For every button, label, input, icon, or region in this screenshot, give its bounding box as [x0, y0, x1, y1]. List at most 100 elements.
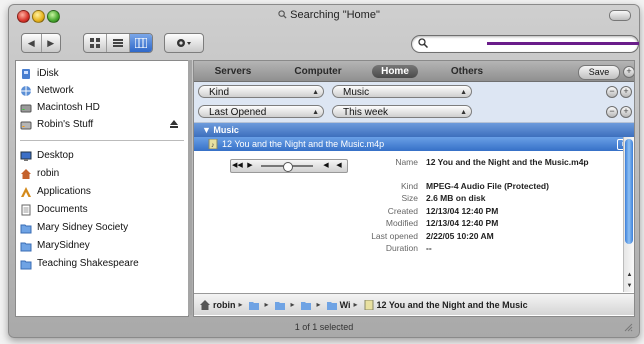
sidebar-divider: [20, 140, 184, 141]
network-icon: [21, 85, 31, 96]
detail-row: Duration --: [314, 243, 594, 254]
zoom-button[interactable]: [47, 10, 60, 23]
column-view-icon: [135, 38, 147, 48]
playback-scrubber[interactable]: [283, 162, 293, 172]
icon-view-button[interactable]: [84, 34, 107, 52]
detail-key: Name: [395, 157, 418, 167]
back-button[interactable]: ◀: [22, 34, 42, 52]
detail-value: 2.6 MB on disk: [426, 193, 486, 203]
hard-disk-icon: [20, 104, 32, 112]
sidebar: iDisk Network Macintosh HD Robin's Stuff…: [15, 60, 189, 317]
path-segment[interactable]: Wi ▸: [326, 300, 361, 310]
sidebar-item-desktop[interactable]: Desktop: [20, 147, 184, 164]
sidebar-item-teaching-shakespeare[interactable]: Teaching Shakespeare: [20, 255, 184, 272]
sidebar-splitter[interactable]: [188, 60, 192, 315]
detail-value: 12/13/04 12:40 PM: [426, 205, 499, 216]
path-segment[interactable]: ▸: [274, 300, 298, 310]
add-scope-button[interactable]: +: [623, 66, 634, 78]
sidebar-item-label: Mary Sidney Society: [37, 222, 129, 233]
title-bar: Searching "Home": [9, 5, 639, 25]
scope-computer[interactable]: Computer: [286, 65, 350, 78]
scope-others[interactable]: Others: [440, 65, 494, 78]
finder-window: Searching "Home" ◀ ▶ iDisk Network Macin…: [8, 4, 640, 338]
plus-icon: +: [623, 106, 629, 116]
scope-home[interactable]: Home: [372, 65, 418, 78]
criteria-value-popup[interactable]: Music ▲: [332, 85, 472, 98]
sidebar-item-label: Robin's Stuff: [37, 119, 94, 130]
resize-grip-icon[interactable]: [623, 322, 633, 332]
save-search-button[interactable]: Save: [578, 65, 620, 80]
add-criterion-button[interactable]: +: [620, 86, 632, 98]
criteria-value-popup[interactable]: This week ▲: [332, 105, 472, 118]
scrollbar-thumb[interactable]: [625, 139, 633, 244]
sidebar-item-documents[interactable]: Documents: [20, 201, 184, 218]
column-view-button[interactable]: [130, 34, 152, 52]
vertical-scrollbar[interactable]: ▲ ▼: [623, 137, 634, 292]
path-separator-icon: ▸: [353, 300, 358, 309]
path-label: robin: [213, 299, 236, 310]
folder-icon: [20, 260, 32, 269]
add-criterion-button[interactable]: +: [620, 106, 632, 118]
folder-icon: [326, 301, 337, 310]
sidebar-item-idisk[interactable]: iDisk: [20, 65, 184, 82]
arrow-right-icon: ▶: [47, 37, 55, 48]
disk-icon: [20, 121, 32, 129]
remove-criterion-button[interactable]: −: [606, 106, 618, 118]
search-icon: [418, 38, 428, 48]
sidebar-item-label: Documents: [37, 204, 88, 215]
eject-icon[interactable]: [170, 120, 178, 128]
folder-icon: [20, 242, 32, 251]
search-text-cursor: [487, 42, 639, 45]
plus-icon: +: [626, 66, 632, 76]
sidebar-item-robin[interactable]: robin: [20, 165, 184, 182]
sidebar-item-mary-sidney-society[interactable]: Mary Sidney Society: [20, 219, 184, 236]
applications-icon: [21, 186, 31, 197]
list-view-button[interactable]: [107, 34, 130, 52]
search-results-pane: Servers Computer Home Others Save + Kind…: [193, 60, 635, 317]
desktop-icon: [20, 151, 32, 161]
path-segment[interactable]: robin ▸: [200, 299, 246, 310]
detail-row: Modified 12/13/04 12:40 PM: [314, 218, 594, 229]
window-title-text: Searching "Home": [290, 9, 380, 21]
criteria-row: Kind ▲ Music ▲ − +: [194, 82, 634, 103]
minimize-button[interactable]: [32, 10, 45, 23]
result-group-header[interactable]: ▼ Music: [194, 123, 634, 137]
folder-icon: [20, 224, 32, 233]
sidebar-item-label: Network: [37, 85, 74, 96]
criteria-attribute-popup[interactable]: Last Opened ▲: [198, 105, 324, 118]
folder-icon: [248, 301, 259, 310]
detail-row: Created 12/13/04 12:40 PM: [314, 206, 594, 217]
sidebar-item-network[interactable]: Network: [20, 82, 184, 99]
criteria-row: Last Opened ▲ This week ▲ − +: [194, 102, 634, 123]
sidebar-item-applications[interactable]: Applications: [20, 183, 184, 200]
list-view-icon: [113, 39, 123, 47]
folder-icon: [300, 301, 311, 310]
path-segment[interactable]: 12 You and the Night and the Music: [364, 299, 528, 310]
detail-value: --: [426, 243, 432, 253]
path-segment[interactable]: ▸: [248, 300, 272, 310]
sidebar-item-marysidney[interactable]: MarySidney: [20, 237, 184, 254]
result-row[interactable]: ♪ 12 You and the Night and the Music.m4p…: [194, 137, 634, 151]
detail-key: Duration: [385, 243, 418, 253]
detail-key: Size: [401, 193, 418, 203]
sidebar-item-label: iDisk: [37, 68, 59, 79]
sidebar-item-robins-stuff[interactable]: Robin's Stuff: [20, 116, 184, 133]
scroll-down-arrow-icon[interactable]: ▼: [624, 281, 634, 292]
remove-criterion-button[interactable]: −: [606, 86, 618, 98]
gear-icon: [177, 39, 191, 47]
forward-button[interactable]: ▶: [42, 34, 61, 52]
plus-icon: +: [623, 86, 629, 96]
play-button[interactable]: ▶: [245, 160, 255, 172]
action-menu-button[interactable]: [164, 33, 204, 53]
path-segment[interactable]: ▸: [300, 300, 324, 310]
popup-label: Music: [343, 87, 370, 98]
criteria-attribute-popup[interactable]: Kind ▲: [198, 85, 324, 98]
close-button[interactable]: [17, 10, 30, 23]
sidebar-item-macintosh-hd[interactable]: Macintosh HD: [20, 99, 184, 116]
scope-servers[interactable]: Servers: [204, 65, 262, 78]
music-file-icon: [364, 299, 373, 310]
rewind-button[interactable]: ◀◀: [232, 160, 243, 172]
scroll-up-arrow-icon[interactable]: ▲: [624, 270, 634, 281]
toolbar-toggle-button[interactable]: [609, 10, 631, 21]
popup-label: Kind: [209, 87, 230, 98]
